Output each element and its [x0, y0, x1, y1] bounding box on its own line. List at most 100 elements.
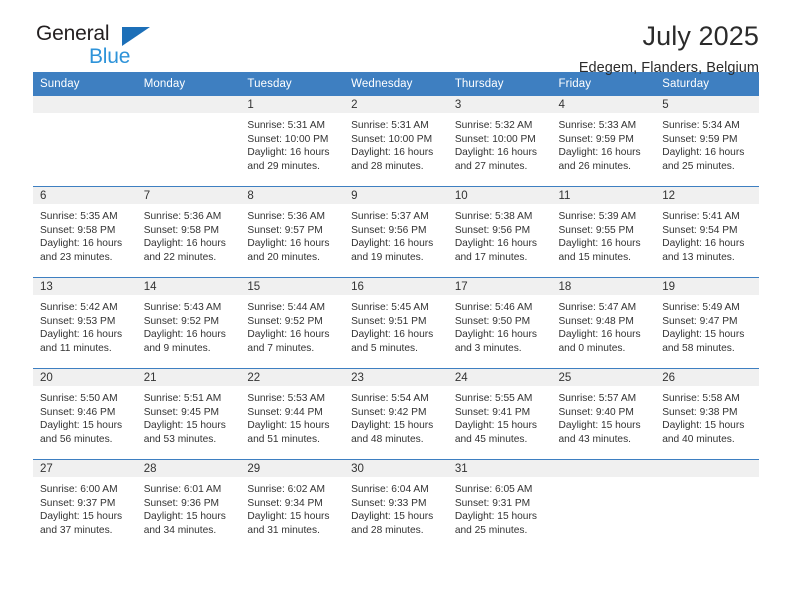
day-cell[interactable]: 4 Sunrise: 5:33 AM Sunset: 9:59 PM Daylight…	[551, 96, 656, 187]
day-details: Sunrise: 6:05 AM Sunset: 9:31 PM Daylight:…	[448, 477, 552, 537]
calendar-week-row: 6 Sunrise: 5:35 AM Sunset: 9:58 PM Daylight…	[33, 186, 759, 278]
sunrise-text: Sunrise: 5:37 AM	[351, 211, 429, 222]
day-cell[interactable]: 23 Sunrise: 5:54 AM Sunset: 9:42 PM Dayligh…	[344, 368, 448, 460]
day-cell[interactable]: 28 Sunrise: 6:01 AM Sunset: 9:36 PM Dayligh…	[136, 459, 241, 550]
calendar-week-row: 27 Sunrise: 6:00 AM Sunset: 9:37 PM Dayligh…	[33, 459, 759, 550]
day-cell[interactable]: 10 Sunrise: 5:38 AM Sunset: 9:56 PM Dayligh…	[447, 186, 552, 278]
day-cell[interactable]: 29 Sunrise: 6:02 AM Sunset: 9:34 PM Dayligh…	[240, 459, 345, 550]
day-cell[interactable]: 11 Sunrise: 5:39 AM Sunset: 9:55 PM Dayligh…	[551, 186, 656, 278]
sunrise-text: Sunrise: 5:39 AM	[558, 211, 637, 222]
sunrise-text: Sunrise: 5:57 AM	[558, 393, 637, 404]
sunrise-text: Sunrise: 5:44 AM	[247, 302, 325, 313]
daylight-text-line1: Daylight: 16 hours	[454, 238, 537, 250]
daylight-text-line1: Daylight: 16 hours	[143, 238, 226, 250]
daylight-text-line2: and 37 minutes.	[40, 524, 113, 536]
day-cell[interactable]: 5 Sunrise: 5:34 AM Sunset: 9:59 PM Daylight…	[655, 96, 759, 187]
day-cell[interactable]: 2 Sunrise: 5:31 AM Sunset: 10:00 PM Dayligh…	[344, 96, 448, 187]
day-number	[136, 96, 241, 113]
sunrise-text: Sunrise: 5:46 AM	[454, 302, 533, 313]
daylight-text-line2: and 45 minutes.	[454, 433, 528, 445]
calendar-week-row: 13 Sunrise: 5:42 AM Sunset: 9:53 PM Dayligh…	[33, 277, 759, 369]
sunset-text: Sunset: 9:46 PM	[40, 406, 116, 418]
day-cell[interactable]: 25 Sunrise: 5:57 AM Sunset: 9:40 PM Dayligh…	[551, 368, 656, 460]
page-header: General Blue July 2025 Edegem, Flanders,…	[33, 0, 759, 76]
day-details: Sunrise: 6:01 AM Sunset: 9:36 PM Daylight:…	[137, 477, 241, 537]
day-details: Sunrise: 5:35 AM Sunset: 9:58 PM Daylight:…	[33, 204, 137, 264]
day-cell[interactable]: 12 Sunrise: 5:41 AM Sunset: 9:54 PM Dayligh…	[655, 186, 759, 278]
day-number: 26	[655, 369, 759, 386]
day-cell[interactable]: 1 Sunrise: 5:31 AM Sunset: 10:00 PM Dayligh…	[240, 96, 345, 187]
daylight-text-line2: and 58 minutes.	[662, 342, 735, 354]
daylight-text-line1: Daylight: 15 hours	[247, 511, 330, 523]
sunset-text: Sunset: 9:34 PM	[247, 497, 323, 509]
day-details: Sunrise: 5:31 AM Sunset: 10:00 PM Daylight…	[240, 113, 344, 173]
day-cell[interactable]: 22 Sunrise: 5:53 AM Sunset: 9:44 PM Dayligh…	[240, 368, 345, 460]
day-cell[interactable]: 20 Sunrise: 5:50 AM Sunset: 9:46 PM Dayligh…	[33, 368, 137, 460]
day-cell[interactable]: 21 Sunrise: 5:51 AM Sunset: 9:45 PM Dayligh…	[136, 368, 241, 460]
sunrise-text: Sunrise: 5:43 AM	[143, 302, 222, 313]
title-block: July 2025 Edegem, Flanders, Belgium	[578, 21, 759, 77]
day-number: 13	[33, 278, 137, 295]
day-cell-empty	[655, 459, 759, 550]
day-cell[interactable]: 17 Sunrise: 5:46 AM Sunset: 9:50 PM Dayligh…	[447, 277, 552, 369]
day-details: Sunrise: 5:50 AM Sunset: 9:46 PM Daylight:…	[33, 386, 137, 446]
daylight-text-line2: and 22 minutes.	[143, 251, 217, 263]
weekday-header-tuesday: Tuesday	[240, 72, 345, 96]
daylight-text-line2: and 29 minutes.	[247, 160, 320, 172]
daylight-text-line2: and 31 minutes.	[247, 524, 320, 536]
daylight-text-line1: Daylight: 15 hours	[351, 511, 434, 523]
daylight-text-line2: and 48 minutes.	[351, 433, 424, 445]
day-details: Sunrise: 5:33 AM Sunset: 9:59 PM Daylight:…	[552, 113, 656, 173]
daylight-text-line2: and 7 minutes.	[247, 342, 315, 354]
day-cell[interactable]: 18 Sunrise: 5:47 AM Sunset: 9:48 PM Dayligh…	[551, 277, 656, 369]
day-details: Sunrise: 5:58 AM Sunset: 9:38 PM Daylight:…	[655, 386, 759, 446]
day-details: Sunrise: 5:36 AM Sunset: 9:58 PM Daylight:…	[137, 204, 241, 264]
daylight-text-line2: and 53 minutes.	[143, 433, 217, 445]
day-cell[interactable]: 6 Sunrise: 5:35 AM Sunset: 9:58 PM Daylight…	[33, 186, 137, 278]
sunset-text: Sunset: 10:00 PM	[454, 133, 536, 145]
day-number: 27	[33, 460, 137, 477]
daylight-text-line2: and 28 minutes.	[351, 524, 424, 536]
day-cell[interactable]: 7 Sunrise: 5:36 AM Sunset: 9:58 PM Daylight…	[136, 186, 241, 278]
day-details: Sunrise: 5:47 AM Sunset: 9:48 PM Daylight:…	[552, 295, 656, 355]
sunrise-text: Sunrise: 5:50 AM	[40, 393, 118, 404]
sunrise-text: Sunrise: 5:33 AM	[558, 120, 637, 131]
day-cell[interactable]: 16 Sunrise: 5:45 AM Sunset: 9:51 PM Dayligh…	[344, 277, 448, 369]
sunrise-text: Sunrise: 5:38 AM	[454, 211, 533, 222]
day-cell[interactable]: 14 Sunrise: 5:43 AM Sunset: 9:52 PM Dayligh…	[136, 277, 241, 369]
day-cell[interactable]: 19 Sunrise: 5:49 AM Sunset: 9:47 PM Dayligh…	[655, 277, 759, 369]
page-subtitle: Edegem, Flanders, Belgium	[578, 60, 759, 77]
sunset-text: Sunset: 9:53 PM	[40, 315, 116, 327]
day-details: Sunrise: 5:49 AM Sunset: 9:47 PM Daylight:…	[655, 295, 759, 355]
sunrise-text: Sunrise: 6:04 AM	[351, 484, 429, 495]
calendar-page: General Blue July 2025 Edegem, Flanders,…	[0, 0, 792, 612]
day-cell[interactable]: 3 Sunrise: 5:32 AM Sunset: 10:00 PM Dayligh…	[447, 96, 552, 187]
day-cell[interactable]: 26 Sunrise: 5:58 AM Sunset: 9:38 PM Dayligh…	[655, 368, 759, 460]
day-cell[interactable]: 9 Sunrise: 5:37 AM Sunset: 9:56 PM Daylight…	[344, 186, 448, 278]
day-cell-empty	[33, 96, 137, 187]
daylight-text-line1: Daylight: 15 hours	[143, 511, 226, 523]
daylight-text-line2: and 27 minutes.	[454, 160, 528, 172]
sunset-text: Sunset: 9:48 PM	[558, 315, 634, 327]
sunrise-text: Sunrise: 5:36 AM	[247, 211, 325, 222]
day-cell[interactable]: 8 Sunrise: 5:36 AM Sunset: 9:57 PM Daylight…	[240, 186, 345, 278]
daylight-text-line2: and 25 minutes.	[454, 524, 528, 536]
sunrise-text: Sunrise: 5:34 AM	[662, 120, 740, 131]
day-cell[interactable]: 30 Sunrise: 6:04 AM Sunset: 9:33 PM Dayligh…	[344, 459, 448, 550]
sunrise-text: Sunrise: 6:00 AM	[40, 484, 118, 495]
day-cell[interactable]: 27 Sunrise: 6:00 AM Sunset: 9:37 PM Dayligh…	[33, 459, 137, 550]
logo-text-blue: Blue	[89, 45, 131, 68]
day-cell[interactable]: 15 Sunrise: 5:44 AM Sunset: 9:52 PM Dayligh…	[240, 277, 345, 369]
day-details: Sunrise: 5:53 AM Sunset: 9:44 PM Daylight:…	[240, 386, 344, 446]
day-details: Sunrise: 5:32 AM Sunset: 10:00 PM Daylight…	[448, 113, 552, 173]
day-cell[interactable]: 31 Sunrise: 6:05 AM Sunset: 9:31 PM Dayligh…	[447, 459, 552, 550]
weekday-header-sunday: Sunday	[33, 72, 137, 96]
sunset-text: Sunset: 9:56 PM	[454, 224, 531, 236]
daylight-text-line1: Daylight: 16 hours	[143, 329, 226, 341]
daylight-text-line1: Daylight: 15 hours	[662, 420, 745, 432]
day-number: 1	[240, 96, 345, 113]
day-cell[interactable]: 13 Sunrise: 5:42 AM Sunset: 9:53 PM Dayligh…	[33, 277, 137, 369]
day-number: 3	[447, 96, 552, 113]
sunrise-text: Sunrise: 5:35 AM	[40, 211, 118, 222]
day-cell[interactable]: 24 Sunrise: 5:55 AM Sunset: 9:41 PM Dayligh…	[447, 368, 552, 460]
